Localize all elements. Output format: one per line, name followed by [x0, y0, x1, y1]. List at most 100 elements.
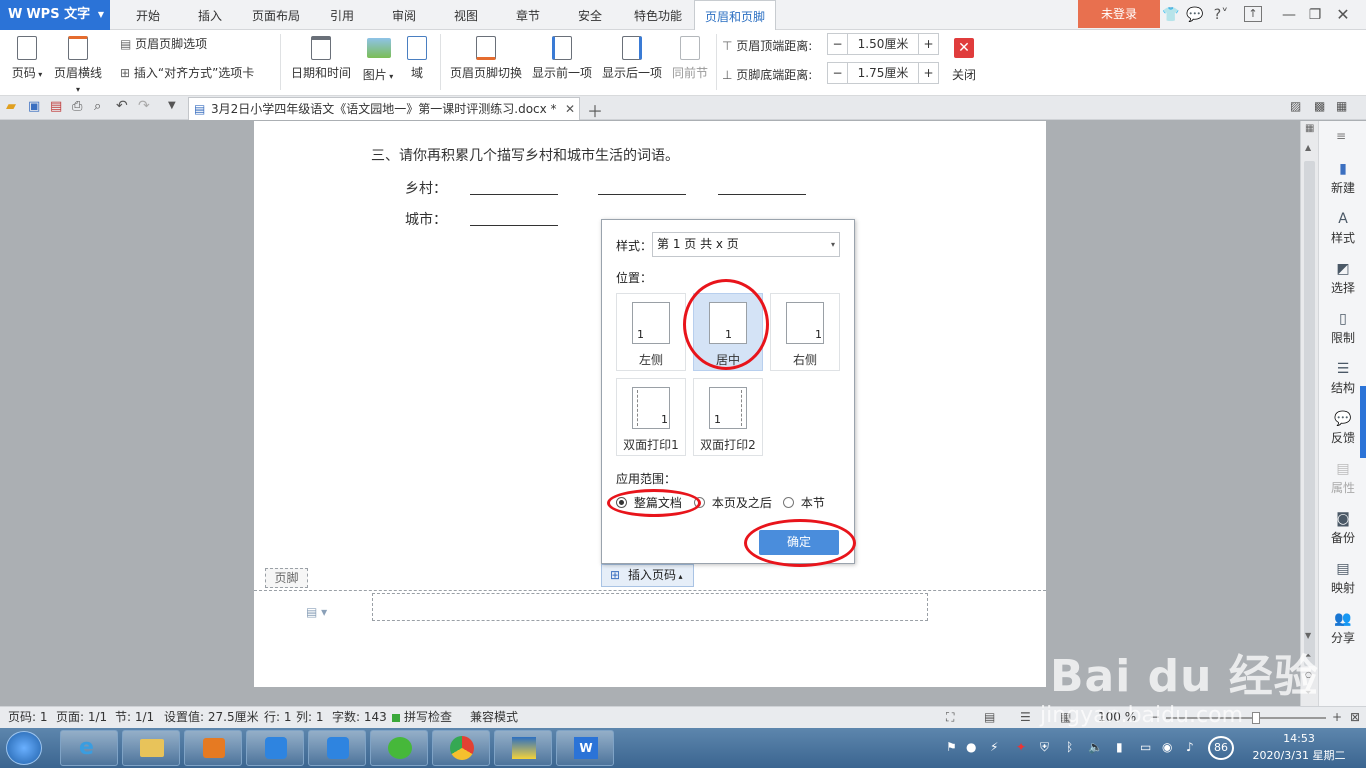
style-select[interactable]: 第 1 页 共 x 页 ▾ [652, 232, 840, 257]
page-number-button[interactable]: 页码 ▾ [8, 36, 46, 81]
fullscreen-icon[interactable]: ⛶ [946, 707, 954, 728]
help-icon[interactable]: ?˅ [1210, 6, 1232, 24]
open-icon[interactable]: ▰ [6, 99, 16, 114]
show-previous-button[interactable]: 显示前一项 [530, 36, 594, 81]
footer-bottom-value[interactable]: 1.75厘米 [848, 63, 918, 83]
increment-button[interactable]: + [918, 63, 938, 83]
doc-action-icon[interactable]: ▩ [1314, 99, 1325, 113]
footer-format-icon[interactable]: ▤ ▾ [306, 605, 327, 619]
header-footer-switch-button[interactable]: 页眉页脚切换 [448, 36, 524, 81]
position-duplex-2[interactable]: 1 双面打印2 [693, 378, 763, 456]
field-button[interactable]: 域 [404, 36, 430, 81]
print-icon[interactable]: ⎙ [72, 99, 82, 114]
panel-select[interactable]: ◩ 选择 [1319, 261, 1366, 296]
scroll-up-icon[interactable]: ▲ [1305, 143, 1311, 152]
status-col[interactable]: 列: 1 [296, 707, 324, 728]
login-button[interactable]: 未登录 [1078, 0, 1160, 28]
footer-edit-box[interactable] [372, 593, 928, 621]
position-left[interactable]: 1 左侧 [616, 293, 686, 371]
volume-icon[interactable]: 🔈 [1088, 740, 1103, 754]
tab-layout[interactable]: 页面布局 [244, 0, 308, 30]
status-words[interactable]: 字数: 143 [332, 707, 387, 728]
decrement-button[interactable]: − [828, 34, 848, 54]
new-tab-icon[interactable]: ＋ [587, 98, 603, 122]
zoom-in-icon[interactable]: + [1332, 707, 1342, 728]
header-top-value[interactable]: 1.50厘米 [848, 34, 918, 54]
panel-new[interactable]: ▮ 新建 [1319, 161, 1366, 196]
security-taskbar-icon[interactable] [246, 730, 304, 766]
tray-icon[interactable]: ✦ [1016, 740, 1026, 754]
same-as-previous-button[interactable]: 同前节 [670, 36, 710, 81]
bluetooth-icon[interactable]: ᛒ [1066, 740, 1073, 754]
tab-header-footer[interactable]: 页眉和页脚 [694, 0, 776, 30]
tray-wechat-icon[interactable]: ● [966, 740, 976, 754]
system-clock[interactable]: 14:53 2020/3/31 星期二 [1246, 730, 1352, 764]
restore-icon[interactable]: ❐ [1306, 6, 1324, 24]
export-pdf-icon[interactable]: ▤ [50, 99, 62, 114]
panel-share[interactable]: 👥 分享 [1319, 611, 1366, 646]
status-spell-check[interactable]: 拼写检查 [404, 707, 452, 728]
status-row[interactable]: 行: 1 [264, 707, 292, 728]
tab-security[interactable]: 安全 [562, 0, 618, 30]
tray-icon[interactable]: ⚑ [946, 740, 957, 754]
tray-icon[interactable]: ◉ [1162, 740, 1172, 754]
close-tab-icon[interactable]: ✕ [565, 98, 575, 120]
minimize-icon[interactable]: — [1280, 6, 1298, 24]
qat-more-icon[interactable]: ▼ [168, 100, 176, 111]
tab-features[interactable]: 特色功能 [626, 0, 690, 30]
chrome-taskbar-icon[interactable] [432, 730, 490, 766]
close-header-footer-button[interactable]: ✕ 关闭 [948, 36, 980, 83]
header-top-spinner[interactable]: − 1.50厘米 + [827, 33, 939, 55]
app-taskbar-icon[interactable] [494, 730, 552, 766]
tray-icon[interactable]: ⚡ [990, 740, 998, 754]
picture-button[interactable]: 图片 ▾ [358, 36, 398, 83]
scroll-down-icon[interactable]: ▼ [1305, 631, 1311, 640]
tray-icon[interactable]: ♪ [1186, 740, 1194, 754]
panel-feedback[interactable]: 💬 反馈 [1319, 411, 1366, 446]
status-page[interactable]: 页面: 1/1 [56, 707, 107, 728]
panel-menu-icon[interactable]: ≡ [1336, 129, 1346, 143]
position-right[interactable]: 1 右侧 [770, 293, 840, 371]
doc-action-icon[interactable]: ▦ [1336, 99, 1347, 113]
zoom-slider-thumb[interactable] [1252, 712, 1260, 724]
tab-view[interactable]: 视图 [440, 0, 492, 30]
status-setting[interactable]: 设置值: 27.5厘米 [164, 707, 259, 728]
chat-icon[interactable]: 💬 [1186, 6, 1204, 24]
close-window-icon[interactable]: ✕ [1334, 6, 1352, 24]
panel-structure[interactable]: ☰ 结构 [1319, 361, 1366, 396]
wps-taskbar-icon[interactable]: W [556, 730, 614, 766]
panel-restrict[interactable]: ▯ 限制 [1319, 311, 1366, 346]
tray-icon[interactable]: ▮ [1116, 740, 1123, 754]
show-next-button[interactable]: 显示后一项 [600, 36, 664, 81]
footer-bottom-spinner[interactable]: − 1.75厘米 + [827, 62, 939, 84]
increment-button[interactable]: + [918, 34, 938, 54]
explorer-taskbar-icon[interactable] [122, 730, 180, 766]
tray-shield-icon[interactable]: ⛨ [1040, 740, 1049, 755]
status-section[interactable]: 节: 1/1 [115, 707, 154, 728]
print-preview-icon[interactable]: ⌕ [94, 99, 101, 114]
doc-action-icon[interactable]: ▨ [1290, 99, 1301, 113]
network-icon[interactable]: ▭ [1140, 740, 1151, 754]
undo-icon[interactable]: ↶ [116, 98, 128, 114]
view-toggle-icon[interactable]: ▦ [1305, 123, 1314, 134]
app-menu-button[interactable]: W WPS 文字 ▼ [0, 0, 110, 30]
outline-view-icon[interactable]: ☰ [1020, 707, 1031, 728]
vertical-scrollbar[interactable]: ▦ ▲ ▼ ⏶ ○ ⏷ [1300, 121, 1318, 706]
insert-page-number-button[interactable]: ⊞ 插入页码 ▴ [601, 564, 694, 587]
header-footer-options-button[interactable]: ▤ 页眉页脚选项 [120, 35, 207, 52]
save-icon[interactable]: ▣ [28, 99, 40, 114]
ie-taskbar-icon[interactable]: e [60, 730, 118, 766]
position-duplex-1[interactable]: 1 双面打印1 [616, 378, 686, 456]
security-taskbar-icon[interactable] [308, 730, 366, 766]
scope-this-page-after[interactable]: 本页及之后 [694, 494, 772, 511]
tab-start[interactable]: 开始 [120, 0, 176, 30]
page-view-icon[interactable]: ▤ [984, 707, 995, 728]
document-tab[interactable]: ▤ 3月2日小学四年级语文《语文园地一》第一课时评测练习.docx * ✕ [188, 97, 580, 120]
start-button[interactable] [6, 731, 42, 765]
scroll-thumb[interactable] [1304, 161, 1315, 666]
media-player-taskbar-icon[interactable] [184, 730, 242, 766]
tab-chapter[interactable]: 章节 [500, 0, 556, 30]
header-line-button[interactable]: 页眉横线 ▾ [52, 36, 104, 95]
tab-reference[interactable]: 引用 [316, 0, 368, 30]
panel-map[interactable]: ▤ 映射 [1319, 561, 1366, 596]
